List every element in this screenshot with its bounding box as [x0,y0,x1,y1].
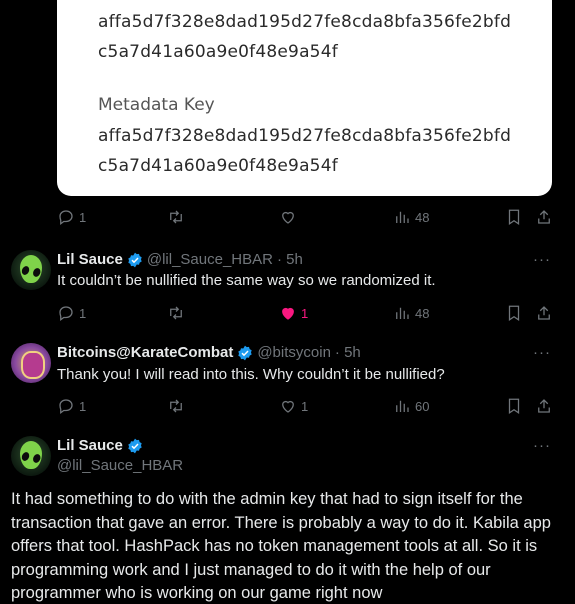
reply-button[interactable]: 1 [57,397,86,415]
retweet-button[interactable] [167,397,185,415]
share-button[interactable] [535,208,553,226]
metadata-hash-line-1: affa5d7f328e8dad195d27fe8cda8bfa356fe2bf… [98,126,512,146]
tweet2-action-bar: 1 1 60 [57,397,557,417]
views-icon [396,307,409,319]
bookmark-icon [508,398,520,414]
tweet1-text: It couldn’t be nullified the same way so… [57,272,436,289]
tweet0-action-bar: 1 48 [57,208,557,228]
share-button[interactable] [535,397,553,415]
author-handle[interactable]: @lil_Sauce_HBAR [57,457,183,474]
like-icon [282,307,294,320]
share-icon [538,306,550,320]
more-options-button[interactable]: ··· [533,251,551,268]
reply-button[interactable]: 1 [57,208,86,226]
reply-icon [59,399,73,415]
views-count: 48 [415,209,430,225]
bookmark-button[interactable] [505,208,523,226]
reply-icon [59,210,73,226]
avatar[interactable] [11,250,51,290]
views-button[interactable]: 48 [393,208,429,226]
retweet-icon [170,399,182,413]
verified-badge-icon [128,252,142,267]
like-count: 1 [301,305,309,321]
tweet3-text: It had something to do with the admin ke… [11,490,551,602]
views-button[interactable]: 60 [393,397,429,415]
retweet-button[interactable] [167,208,185,226]
author-handle[interactable]: @lil_Sauce_HBAR [147,251,273,268]
verified-badge-icon [238,345,252,360]
tweet-time[interactable]: · 5h [335,344,361,361]
metadata-hash-line-2: c5a7d41a60a9e0f48e9a54f [98,156,338,176]
share-button[interactable] [535,304,553,322]
bookmark-button[interactable] [505,397,523,415]
tweet2-text: Thank you! I will read into this. Why co… [57,366,445,383]
more-options-button[interactable]: ··· [533,437,551,454]
reply-count: 1 [79,209,87,225]
bookmark-icon [508,305,520,321]
bookmark-button[interactable] [505,304,523,322]
retweet-button[interactable] [167,304,185,322]
avatar[interactable] [11,436,51,476]
like-icon [282,211,294,224]
reply-count: 1 [79,305,87,321]
views-count: 48 [415,305,430,321]
views-icon [396,211,409,223]
metadata-key-label: Metadata Key [98,95,215,115]
tweet3-author-row: Lil Sauce [57,437,143,454]
retweet-icon [170,210,182,224]
like-count: 1 [301,398,309,414]
share-icon [538,210,550,224]
verified-badge-icon [128,438,142,453]
author-handle[interactable]: @bitsycoin [257,344,331,361]
views-count: 60 [415,398,430,414]
like-icon [282,400,294,413]
embedded-card[interactable]: affa5d7f328e8dad195d27fe8cda8bfa356fe2bf… [57,0,552,196]
author-name[interactable]: Lil Sauce [57,437,123,454]
like-button[interactable] [279,208,297,226]
author-name[interactable]: Lil Sauce [57,251,123,268]
avatar[interactable] [11,343,51,383]
views-icon [396,400,409,412]
bookmark-icon [508,209,520,225]
reply-count: 1 [79,398,87,414]
share-icon [538,399,550,413]
tweet1-author-row: Lil Sauce @lil_Sauce_HBAR · 5h [57,251,303,268]
like-button[interactable]: 1 [279,304,308,322]
retweet-icon [170,306,182,320]
views-button[interactable]: 48 [393,304,429,322]
like-button[interactable]: 1 [279,397,308,415]
key-hash-line-1: affa5d7f328e8dad195d27fe8cda8bfa356fe2bf… [98,12,512,32]
tweet2-author-row: Bitcoins@KarateCombat @bitsycoin · 5h [57,344,361,361]
tweet1-action-bar: 1 1 48 [57,304,557,324]
key-hash-line-2: c5a7d41a60a9e0f48e9a54f [98,42,338,62]
tweet-time[interactable]: · 5h [277,251,303,268]
author-name[interactable]: Bitcoins@KarateCombat [57,344,233,361]
more-options-button[interactable]: ··· [533,344,551,361]
reply-icon [59,306,73,322]
reply-button[interactable]: 1 [57,304,86,322]
